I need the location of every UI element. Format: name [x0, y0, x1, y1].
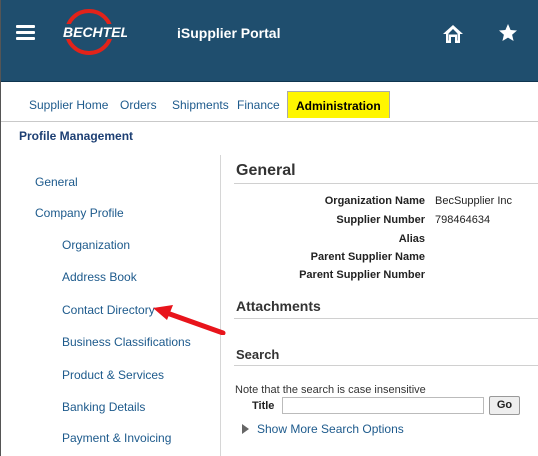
sidebar-item-organization[interactable]: Organization: [62, 238, 130, 252]
sidebar-item-general[interactable]: General: [35, 175, 78, 189]
sidebar-item-contact-directory[interactable]: Contact Directory: [62, 303, 155, 317]
sidebar-item-product-services[interactable]: Product & Services: [62, 368, 164, 382]
alias-label: Alias: [398, 233, 425, 245]
sidebar-item-payment-invoicing[interactable]: Payment & Invoicing: [62, 431, 171, 445]
sidebar-item-company-profile[interactable]: Company Profile: [35, 206, 124, 220]
general-heading: General: [236, 162, 296, 179]
search-divider: [234, 365, 538, 366]
search-note: Note that the search is case insensitive: [235, 384, 426, 396]
menu-icon[interactable]: [16, 25, 35, 40]
tab-administration[interactable]: Administration: [287, 91, 390, 118]
parent-supplier-number-label: Parent Supplier Number: [299, 269, 425, 281]
supplier-number-label: Supplier Number: [336, 214, 425, 226]
tab-shipments[interactable]: Shipments: [172, 98, 229, 112]
svg-text:BECHTEL: BECHTEL: [63, 24, 127, 40]
show-more-search-options-label: Show More Search Options: [257, 421, 404, 436]
show-more-search-options-link[interactable]: Show More Search Options: [242, 420, 404, 436]
profile-management-link[interactable]: Profile Management: [19, 129, 133, 143]
go-button[interactable]: Go: [489, 396, 520, 415]
organization-name-value: BecSupplier Inc: [435, 195, 513, 207]
home-icon[interactable]: [442, 23, 464, 45]
bechtel-logo: BECHTEL: [63, 9, 127, 55]
tab-supplier-home[interactable]: Supplier Home: [29, 98, 108, 112]
sidebar-item-address-book[interactable]: Address Book: [62, 270, 137, 284]
portal-title: iSupplier Portal: [177, 25, 281, 41]
title-search-input[interactable]: [282, 397, 484, 414]
supplier-number-value: 798464634: [435, 214, 491, 226]
header-bar: BECHTEL iSupplier Portal: [1, 0, 538, 82]
sidebar-item-banking-details[interactable]: Banking Details: [62, 400, 145, 414]
tab-bar: Supplier Home Orders Shipments Finance A…: [1, 82, 538, 122]
tab-finance[interactable]: Finance: [237, 98, 280, 112]
sidebar-item-business-classifications[interactable]: Business Classifications: [62, 335, 191, 349]
expand-triangle-icon: [242, 423, 249, 434]
red-arrow-annotation: [153, 305, 226, 335]
title-label: Title: [252, 400, 275, 412]
general-divider: [234, 183, 538, 184]
search-heading: Search: [236, 347, 280, 362]
star-icon[interactable]: [498, 23, 518, 43]
organization-name-label: Organization Name: [324, 195, 425, 207]
parent-supplier-name-label: Parent Supplier Name: [310, 251, 425, 263]
app-window: BECHTEL iSupplier Portal Supplier Home O…: [0, 0, 538, 456]
attachments-divider: [234, 318, 538, 319]
subheader: Profile Management: [1, 122, 538, 154]
attachments-heading: Attachments: [236, 298, 321, 314]
tab-orders[interactable]: Orders: [120, 98, 157, 112]
